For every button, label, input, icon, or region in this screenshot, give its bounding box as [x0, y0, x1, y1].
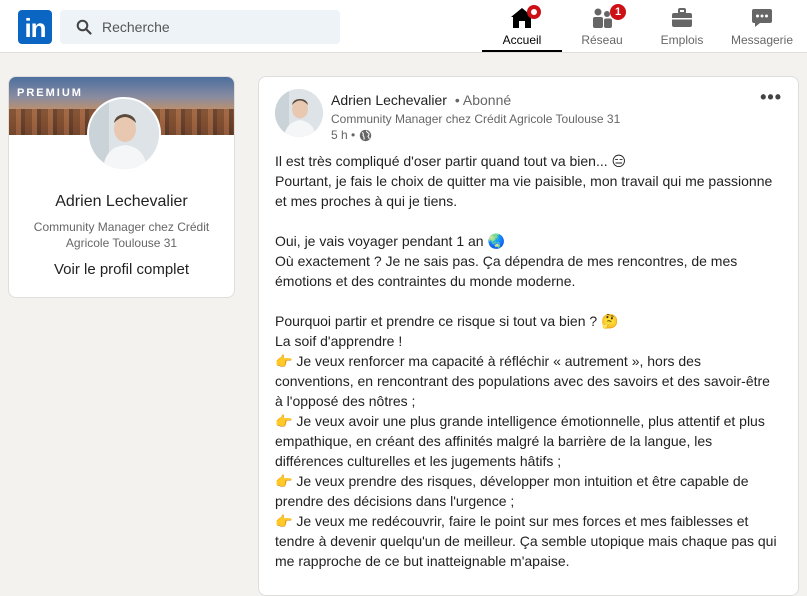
nav-label-home: Accueil	[502, 33, 542, 47]
notification-dot	[527, 5, 541, 19]
post-line: Où exactement ? Je ne sais pas. Ça dépen…	[275, 253, 738, 289]
search-input[interactable]	[100, 18, 324, 36]
network-badge: 1	[610, 4, 626, 20]
nav-label-messaging: Messagerie	[730, 33, 794, 47]
post-author-headline: Community Manager chez Crédit Agricole T…	[331, 112, 621, 126]
search-icon	[76, 19, 92, 35]
linkedin-logo[interactable]: in	[18, 10, 52, 44]
globe-icon	[360, 129, 372, 141]
post-line: La soif d'apprendre !	[275, 333, 403, 349]
post-line: 👉 Je veux renforcer ma capacité à réfléc…	[275, 353, 770, 409]
post-time: 5 h •	[331, 128, 356, 142]
post-line: Pourquoi partir et prendre ce risque si …	[275, 313, 619, 329]
post-meta: 5 h •	[331, 128, 372, 142]
profile-headline: Community Manager chez Crédit Agricole T…	[33, 220, 210, 250]
nav-item-messaging[interactable]: Messagerie	[722, 0, 802, 52]
nav-item-network[interactable]: 1 Réseau	[562, 0, 642, 52]
nav-item-home[interactable]: Accueil	[482, 0, 562, 52]
post-line: Pourtant, je fais le choix de quitter ma…	[275, 173, 773, 209]
follow-status: Abonné	[462, 92, 512, 108]
post-line: Il est très compliqué d'oser partir quan…	[275, 153, 627, 169]
search-bar[interactable]	[60, 10, 340, 44]
post-options-button[interactable]: •••	[760, 87, 782, 108]
top-navigation: in Accueil 1 Réseau Emplois	[0, 0, 807, 53]
nav-label-jobs: Emplois	[660, 33, 704, 47]
post-line: Oui, je vais voyager pendant 1 an 🌏	[275, 233, 505, 249]
post-line	[275, 291, 780, 311]
post-line: 👉 Je veux avoir une plus grande intellig…	[275, 413, 765, 469]
feed-post: Adrien Lechevalier • Abonné Community Ma…	[258, 76, 799, 596]
person-photo-icon	[89, 99, 159, 169]
post-author-line: Adrien Lechevalier • Abonné	[331, 92, 511, 108]
profile-card: PREMIUM Adrien Lechevalier Community Man…	[8, 76, 235, 298]
separator: •	[454, 92, 460, 108]
briefcase-icon	[672, 8, 692, 27]
nav-label-network: Réseau	[581, 33, 623, 47]
post-line	[275, 211, 780, 231]
post-author-avatar[interactable]	[275, 89, 323, 137]
profile-avatar[interactable]	[87, 97, 161, 171]
post-body: Il est très compliqué d'oser partir quan…	[275, 151, 780, 571]
post-author-name[interactable]: Adrien Lechevalier	[331, 92, 447, 108]
person-photo-icon	[275, 89, 323, 137]
view-full-profile-link[interactable]: Voir le profil complet	[9, 261, 234, 278]
messaging-icon	[752, 9, 772, 27]
post-line: 👉 Je veux me redécouvrir, faire le point…	[275, 513, 777, 569]
premium-label: PREMIUM	[17, 87, 83, 99]
nav-item-jobs[interactable]: Emplois	[642, 0, 722, 52]
post-line: 👉 Je veux prendre des risques, développe…	[275, 473, 749, 509]
profile-name[interactable]: Adrien Lechevalier	[9, 193, 234, 211]
